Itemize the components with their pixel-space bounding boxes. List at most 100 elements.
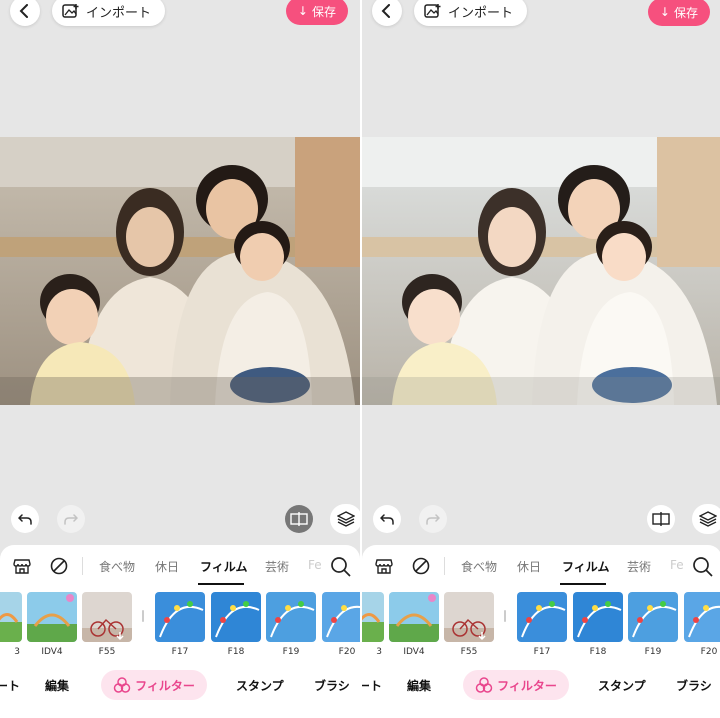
compare-button[interactable] xyxy=(647,505,675,533)
filter-panel: 食べ物 休日 フィルム 芸術 Fe 3 IDV4 F55 F17 F18 F19… xyxy=(362,545,720,718)
tab-fe[interactable]: Fe xyxy=(308,558,322,572)
filter-thumb-f18[interactable] xyxy=(211,592,261,642)
filter-panel: 食べ物 休日 フィルム 芸術 Fe 3 IDV4 F55 F17 F18 F19… xyxy=(0,545,360,718)
filter-thumb-idv4[interactable] xyxy=(27,592,77,642)
filter-thumb-f19[interactable] xyxy=(628,592,678,642)
undo-button[interactable] xyxy=(11,505,39,533)
chevron-left-icon xyxy=(19,4,28,18)
nav-item-brush[interactable]: ブラシ xyxy=(314,677,350,694)
chevron-left-icon xyxy=(381,4,390,18)
no-filter-icon[interactable] xyxy=(411,556,431,576)
nav-item-edit[interactable]: 編集 xyxy=(407,677,431,694)
filter-thumb-f55[interactable] xyxy=(444,592,494,642)
compare-button[interactable] xyxy=(285,505,313,533)
tab-film[interactable]: フィルム xyxy=(200,558,248,575)
nav-item-filter[interactable]: フィルター xyxy=(463,670,569,700)
tab-fe[interactable]: Fe xyxy=(670,558,684,572)
filter-thumbnail-strip: 3 IDV4 F55 F17 F18 F19 F20 xyxy=(362,592,720,662)
filter-label-f17: F17 xyxy=(171,647,189,657)
import-label: インポート xyxy=(448,5,514,21)
save-button[interactable]: ↓ 保存 xyxy=(285,0,348,25)
filter-label-f17: F17 xyxy=(533,647,551,657)
tab-food[interactable]: 食べ物 xyxy=(99,558,135,575)
tab-holiday[interactable]: 休日 xyxy=(517,558,541,575)
tab-film[interactable]: フィルム xyxy=(562,558,610,575)
filter-thumb-f20[interactable] xyxy=(684,592,720,642)
save-label: 保存 xyxy=(673,5,698,20)
layers-button[interactable] xyxy=(692,504,720,534)
filter-thumb-f55[interactable] xyxy=(82,592,132,642)
tab-art[interactable]: 芸術 xyxy=(627,558,651,575)
save-label: 保存 xyxy=(311,4,336,19)
undo-icon xyxy=(18,514,32,525)
editor-pane-before: インポート ↓ 保存 食べ物 休日 フィルム 芸術 Fe 3 IDV4 F55 … xyxy=(0,0,360,718)
filter-thumb-f3[interactable] xyxy=(362,592,384,642)
undo-button[interactable] xyxy=(373,505,401,533)
store-icon[interactable] xyxy=(12,556,32,576)
filter-label-f18: F18 xyxy=(589,647,607,657)
filter-thumb-f3[interactable] xyxy=(0,592,22,642)
bottom-nav: ート 編集 フィルター スタンプ ブラシ xyxy=(0,670,360,702)
save-button[interactable]: ↓ 保存 xyxy=(647,0,710,26)
filter-label-f19: F19 xyxy=(644,647,662,657)
tab-active-indicator xyxy=(560,583,606,585)
filter-label-f55: F55 xyxy=(460,647,478,657)
filter-label-f55: F55 xyxy=(98,647,116,657)
search-icon[interactable] xyxy=(330,556,352,578)
filter-thumb-f17[interactable] xyxy=(155,592,205,642)
undo-icon xyxy=(380,514,394,525)
redo-icon xyxy=(426,514,440,525)
nav-item-partial[interactable]: ート xyxy=(0,677,20,694)
import-button[interactable]: インポート xyxy=(52,0,166,26)
filter-thumb-f17[interactable] xyxy=(517,592,567,642)
layers-icon xyxy=(699,511,717,527)
redo-button[interactable] xyxy=(57,505,85,533)
tab-divider xyxy=(82,557,83,575)
filter-circles-icon xyxy=(113,677,131,693)
nav-item-edit[interactable]: 編集 xyxy=(45,677,69,694)
image-add-icon xyxy=(424,4,441,18)
filter-label-idv4: IDV4 xyxy=(403,647,425,657)
filter-category-tabs: 食べ物 休日 フィルム 芸術 Fe xyxy=(362,545,720,587)
nav-filter-label: フィルター xyxy=(497,678,557,693)
original-photo xyxy=(362,137,720,405)
arrow-down-icon: ↓ xyxy=(297,4,308,18)
tab-holiday[interactable]: 休日 xyxy=(155,558,179,575)
filter-label-f3: 3 xyxy=(14,647,20,657)
filter-label-f20: F20 xyxy=(338,647,356,657)
filter-thumb-f20[interactable] xyxy=(322,592,360,642)
filter-thumbnail-strip: 3 IDV4 F55 F17 F18 F19 F20 xyxy=(0,592,360,662)
filter-category-tabs: 食べ物 休日 フィルム 芸術 Fe xyxy=(0,545,360,587)
nav-item-partial[interactable]: ート xyxy=(362,677,382,694)
filter-label-idv4: IDV4 xyxy=(41,647,63,657)
redo-button[interactable] xyxy=(419,505,447,533)
back-button[interactable] xyxy=(372,0,402,26)
filter-label-f20: F20 xyxy=(700,647,718,657)
redo-icon xyxy=(64,514,78,525)
nav-item-filter[interactable]: フィルター xyxy=(101,670,207,700)
filter-label-f18: F18 xyxy=(227,647,245,657)
filter-thumb-f19[interactable] xyxy=(266,592,316,642)
filter-thumb-f18[interactable] xyxy=(573,592,623,642)
image-add-icon xyxy=(62,4,79,18)
tab-divider xyxy=(444,557,445,575)
tab-art[interactable]: 芸術 xyxy=(265,558,289,575)
import-button[interactable]: インポート xyxy=(414,0,528,26)
import-label: インポート xyxy=(86,5,152,21)
layers-button[interactable] xyxy=(330,504,360,534)
editor-pane-after: インポート ↓ 保存 食べ物 休日 フィルム 芸術 Fe 3 IDV4 F55 … xyxy=(362,0,720,718)
store-icon[interactable] xyxy=(374,556,394,576)
edited-photo xyxy=(0,137,360,405)
nav-item-brush[interactable]: ブラシ xyxy=(676,677,712,694)
filter-group-divider xyxy=(142,610,144,622)
filter-thumb-idv4[interactable] xyxy=(389,592,439,642)
nav-item-stamp[interactable]: スタンプ xyxy=(598,677,646,694)
arrow-down-icon: ↓ xyxy=(659,5,670,19)
filter-label-f3: 3 xyxy=(376,647,382,657)
back-button[interactable] xyxy=(10,0,40,26)
tab-food[interactable]: 食べ物 xyxy=(461,558,497,575)
nav-item-stamp[interactable]: スタンプ xyxy=(236,677,284,694)
no-filter-icon[interactable] xyxy=(49,556,69,576)
search-icon[interactable] xyxy=(692,556,714,578)
layers-icon xyxy=(337,511,355,527)
